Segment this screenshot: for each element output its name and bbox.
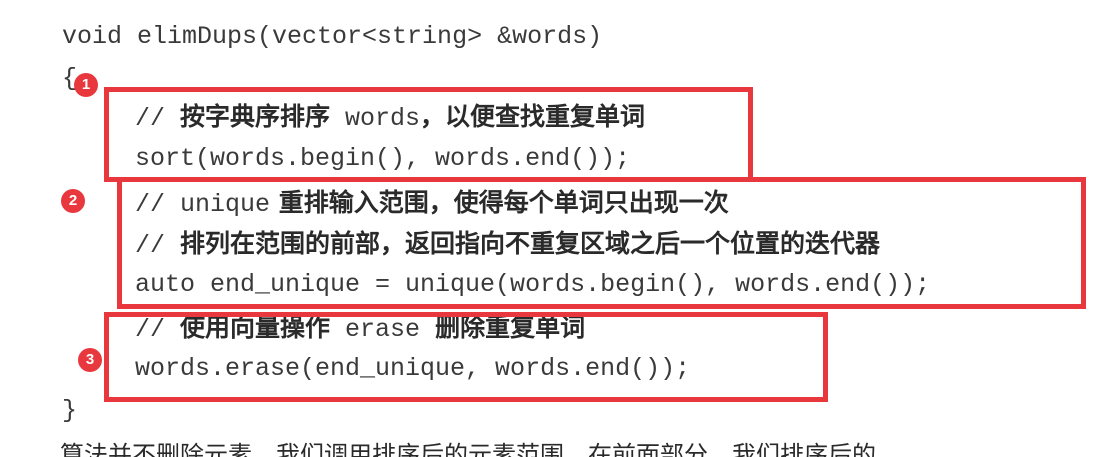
code-figure: void elimDups(vector<string> &words) { /… bbox=[0, 0, 1093, 457]
marker-3-badge: 3 bbox=[78, 348, 102, 372]
highlight-box-3 bbox=[104, 312, 828, 402]
highlight-box-1 bbox=[104, 87, 753, 182]
marker-1-badge: 1 bbox=[74, 73, 98, 97]
close-brace: } bbox=[62, 396, 78, 425]
function-signature: void elimDups(vector<string> &words) bbox=[62, 22, 603, 51]
marker-2-badge: 2 bbox=[61, 189, 85, 213]
paragraph-partial: 算法并不删除元素。我们调用排序后的元素范围，在前面部分，我们排序后的 bbox=[60, 441, 876, 457]
highlight-box-2 bbox=[117, 177, 1086, 309]
